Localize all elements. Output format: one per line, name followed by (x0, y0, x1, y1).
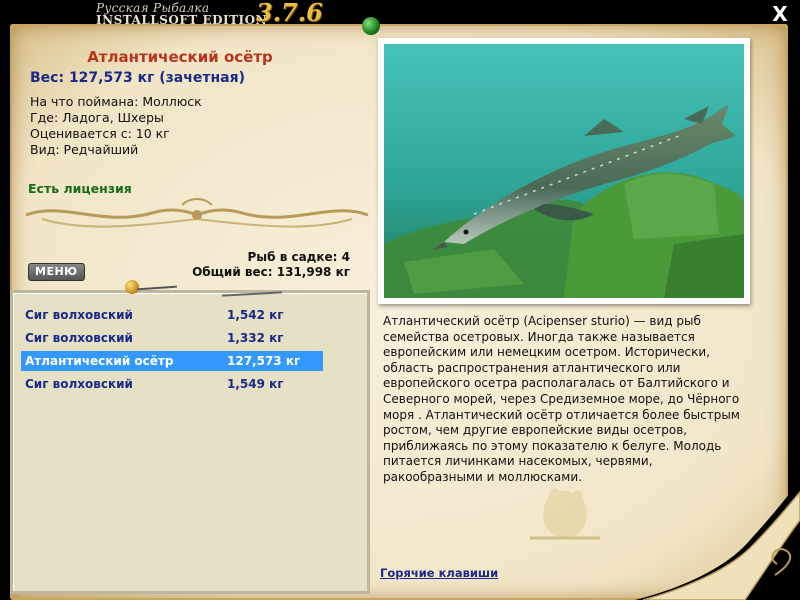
gold-pin-icon (125, 280, 139, 294)
list-item[interactable]: Сиг волховский 1,542 кг (21, 305, 323, 325)
page-curl (635, 480, 800, 600)
rated-from-info: Оценивается с: 10 кг (30, 126, 170, 141)
list-item[interactable]: Сиг волховский 1,332 кг (21, 328, 323, 348)
list-item[interactable]: Атлантический осётр 127,573 кг (21, 351, 323, 371)
fish-title: Атлантический осётр (87, 48, 273, 66)
list-item-weight: 1,332 кг (227, 331, 284, 345)
ornament-divider (25, 198, 369, 228)
list-item-name: Сиг волховский (25, 331, 133, 345)
list-item-weight: 1,549 кг (227, 377, 284, 391)
list-item-weight: 127,573 кг (227, 354, 301, 368)
fish-photo-frame (378, 38, 750, 304)
close-button[interactable]: X (770, 4, 790, 24)
location-info: Где: Ладога, Шхеры (30, 110, 164, 125)
cage-count: Рыб в садке: 4 (247, 250, 351, 264)
cage-total-weight: Общий вес: 131,998 кг (192, 265, 350, 279)
license-status: Есть лицензия (28, 181, 132, 196)
green-pin-icon (362, 17, 380, 35)
catch-list: Сиг волховский 1,542 кг Сиг волховский 1,33… (10, 290, 370, 594)
menu-button[interactable]: МЕНЮ (28, 263, 85, 281)
list-item-name: Сиг волховский (25, 308, 133, 322)
list-item-name: Атлантический осётр (25, 354, 174, 368)
hotkeys-link[interactable]: Горячие клавиши (380, 566, 498, 580)
fish-photo (384, 44, 744, 298)
rarity-info: Вид: Редчайший (30, 142, 139, 157)
list-item-weight: 1,542 кг (227, 308, 284, 322)
fish-description: Атлантический осётр (Acipenser sturio) —… (383, 314, 740, 484)
bait-info: На что поймана: Моллюск (30, 94, 202, 109)
app-version: 3.7.6 (256, 0, 323, 27)
fish-weight: Вес: 127,573 кг (зачетная) (30, 70, 245, 86)
list-item[interactable]: Сиг волховский 1,549 кг (21, 374, 323, 394)
fish-silhouette-icon (530, 488, 600, 540)
list-item-name: Сиг волховский (25, 377, 133, 391)
